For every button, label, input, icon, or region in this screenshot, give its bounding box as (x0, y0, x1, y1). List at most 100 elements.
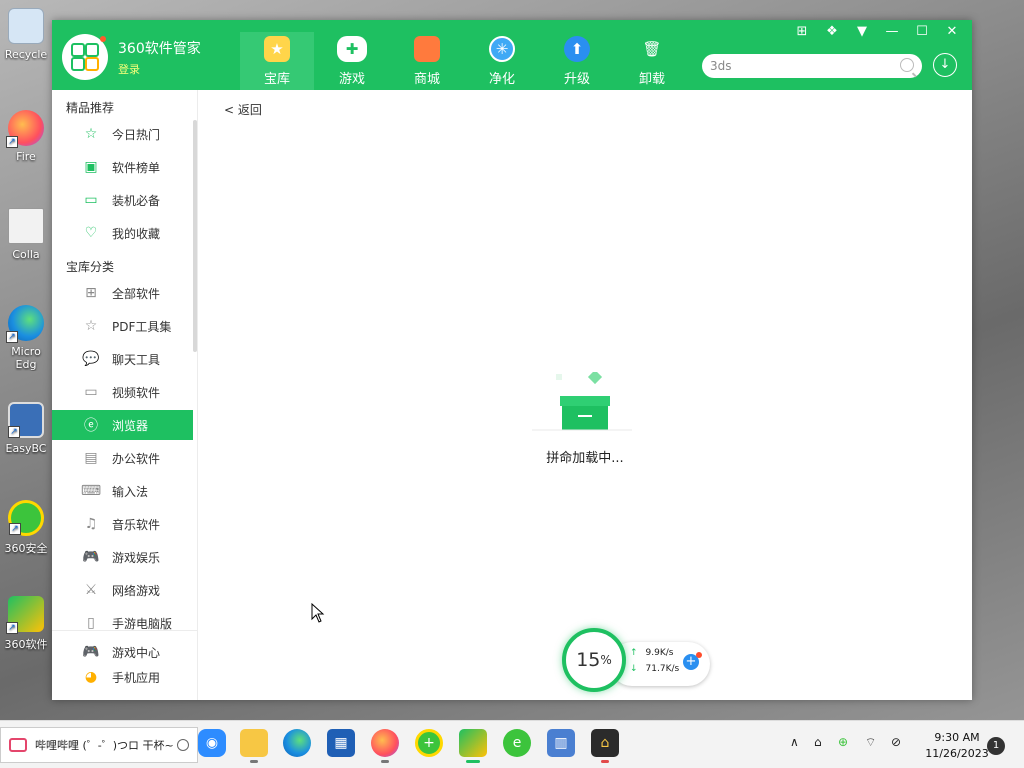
zoom-icon[interactable]: ◉ (198, 729, 226, 757)
star-outline-icon: ☆ (84, 318, 98, 334)
tab-label: 宝库 (263, 72, 290, 87)
tab-baoku[interactable]: ★ 宝库 (240, 32, 314, 90)
search-icon (177, 739, 189, 751)
sidebar-item-label: 聊天工具 (112, 352, 161, 367)
sidebar-item-all-software[interactable]: ⊞ 全部软件 (52, 278, 193, 308)
sidebar-item-label: 游戏中心 (112, 645, 161, 660)
monitor-icon: ▭ (84, 192, 98, 208)
section-title-featured: 精品推荐 (66, 101, 115, 115)
sidebar-item-chat[interactable]: 💬 聊天工具 (52, 344, 193, 374)
speed-widget[interactable]: 15% ↑ 9.9K/s ↓ 71.7K/s + (562, 628, 710, 694)
sidebar-item-label: 办公软件 (112, 451, 161, 466)
360-software-icon[interactable] (459, 729, 487, 763)
chart-app-icon[interactable]: ⌂ (591, 729, 619, 763)
search-box (702, 54, 922, 78)
skin-icon[interactable]: ❖ (820, 24, 844, 44)
fan-icon: ✳ (489, 36, 515, 62)
upload-arrow-icon: ↑ (630, 648, 638, 658)
sidebar-item-label: 手游电脑版 (112, 616, 173, 631)
tab-games[interactable]: ✚ 游戏 (315, 32, 389, 90)
tab-mall[interactable]: 商城 (390, 32, 464, 90)
tab-upgrade[interactable]: ⬆ 升级 (540, 32, 614, 90)
sword-icon: ⚔ (84, 582, 98, 598)
sidebar-item-input-method[interactable]: ⌨ 输入法 (52, 476, 193, 506)
desktop-icon-360-security[interactable]: ↗ 360安全 (0, 500, 52, 556)
video-icon: ▭ (84, 384, 98, 400)
taskbar-clock[interactable]: 9:30 AM 11/26/2023 (918, 730, 996, 762)
search-icon[interactable] (900, 58, 914, 72)
desktop-icon-edge[interactable]: ↗ Micro Edg (0, 305, 52, 371)
tab-label: 卸载 (638, 72, 665, 87)
mouse-cursor-icon (311, 603, 325, 623)
recycle-bin-icon (8, 8, 44, 44)
keyboard-icon: ⌨ (80, 483, 102, 499)
tray-network-icon[interactable]: ⊘ (891, 735, 901, 749)
accelerate-plus-icon[interactable]: + (683, 652, 702, 670)
maximize-icon[interactable]: ☐ (910, 24, 934, 44)
desktop-icon-360-software[interactable]: ↗ 360软件 (0, 596, 52, 652)
sidebar-item-pdf-tools[interactable]: ☆ PDF工具集 (52, 311, 193, 341)
loading-box-icon (532, 372, 632, 431)
download-value: 71.7K/s (645, 664, 680, 674)
360-security-icon[interactable]: + (415, 729, 443, 757)
sidebar-item-label: PDF工具集 (112, 319, 172, 334)
sidebar-item-online-games[interactable]: ⚔ 网络游戏 (52, 575, 193, 605)
menu-down-icon[interactable]: ▼ (850, 24, 874, 44)
store-icon[interactable]: ▦ (327, 729, 355, 757)
sidebar-item-music[interactable]: ♫ 音乐软件 (52, 509, 193, 539)
grid-icon[interactable]: ⊞ (790, 24, 814, 44)
sidebar: 精品推荐 ☆ 今日热门 ▣ 软件榜单 ▭ 装机必备 ♡ 我的收藏 宝库分类 ⊞ 全部软件 … (52, 90, 198, 700)
upload-speed: ↑ 9.9K/s (630, 648, 673, 658)
firefox-icon[interactable] (371, 729, 399, 763)
briefcase-icon: ▤ (84, 450, 98, 466)
tray-chevron-icon[interactable]: ∧ (790, 735, 799, 749)
sidebar-item-hot-today[interactable]: ☆ 今日热门 (52, 119, 193, 149)
tab-clean[interactable]: ✳ 净化 (465, 32, 539, 90)
taskbar-search-text: 哔哩哔哩 (゜-゜)つロ 干杯~ (35, 739, 174, 752)
taskbar-search[interactable]: 哔哩哔哩 (゜-゜)つロ 干杯~ (0, 727, 198, 763)
grid-icon: ⊞ (85, 285, 97, 301)
sidebar-item-label: 手机应用 (112, 670, 161, 685)
minimize-icon[interactable]: — (880, 24, 904, 44)
firefox-icon: ↗ (6, 110, 44, 148)
gamepad-icon: ✚ (337, 36, 367, 62)
desktop-icon-recycle-bin[interactable]: Recycle (0, 8, 52, 61)
download-manager-icon[interactable]: ↓ (933, 53, 957, 77)
search-input[interactable] (710, 54, 890, 78)
sidebar-item-office[interactable]: ▤ 办公软件 (52, 443, 193, 473)
sidebar-scrollbar[interactable] (193, 120, 197, 352)
tray-app-icon[interactable]: ⌂ (814, 735, 822, 749)
bilibili-icon (9, 738, 27, 752)
tab-uninstall[interactable]: 🗑 卸载 (615, 32, 689, 90)
sidebar-item-games-entertainment[interactable]: 🎮 游戏娱乐 (52, 542, 193, 572)
desktop-icon-firefox[interactable]: ↗ Fire (0, 110, 52, 163)
star-icon: ★ (264, 36, 290, 62)
sidebar-item-label: 音乐软件 (112, 517, 161, 532)
memory-ring[interactable]: 15% (562, 628, 626, 692)
sidebar-item-ranking[interactable]: ▣ 软件榜单 (52, 152, 193, 182)
shopping-bag-icon (414, 36, 440, 62)
sidebar-item-mobile-apps[interactable]: ◕ 手机应用 (52, 662, 193, 692)
desktop-icon-easybcd[interactable]: ↗ EasyBC (0, 402, 52, 455)
sidebar-item-favorites[interactable]: ♡ 我的收藏 (52, 218, 193, 248)
tray-360-icon[interactable]: ⊕ (838, 735, 848, 749)
archive-icon[interactable]: ▥ (547, 729, 575, 757)
close-icon[interactable]: ✕ (940, 24, 964, 44)
edge-icon[interactable] (283, 729, 311, 757)
notification-badge[interactable]: 1 (987, 737, 1005, 755)
login-link[interactable]: 登录 (118, 61, 140, 77)
back-link[interactable]: < 返回 (224, 101, 262, 118)
ie-icon[interactable]: e (503, 729, 531, 757)
phone-icon: ▯ (87, 615, 95, 631)
sidebar-item-essentials[interactable]: ▭ 装机必备 (52, 185, 193, 215)
section-title-categories: 宝库分类 (66, 260, 115, 274)
tray-wifi-icon[interactable]: ⌔ (865, 735, 876, 750)
file-explorer-icon[interactable] (240, 729, 268, 763)
upgrade-arrow-icon: ⬆ (564, 36, 590, 62)
sidebar-item-label: 网络游戏 (112, 583, 161, 598)
tab-label: 商城 (413, 72, 440, 87)
sidebar-item-browser[interactable]: ⓔ 浏览器 (52, 410, 193, 440)
sidebar-item-video[interactable]: ▭ 视频软件 (52, 377, 193, 407)
download-arrow-icon: ↓ (630, 664, 638, 674)
desktop-icon-colla[interactable]: Colla (0, 208, 52, 261)
